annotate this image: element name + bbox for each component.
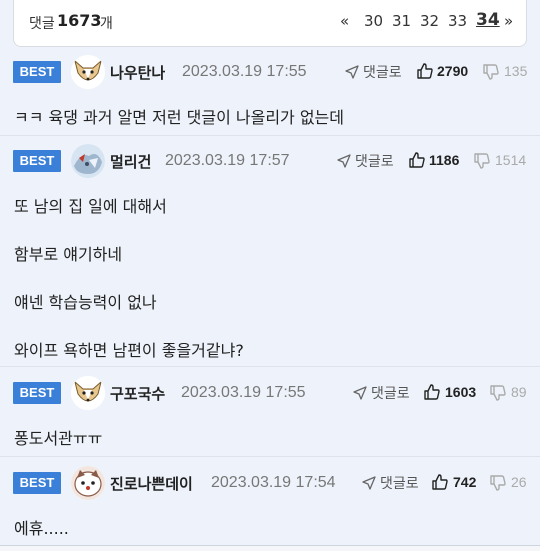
thumbs-down-icon[interactable] bbox=[483, 64, 499, 80]
downvote-count: 26 bbox=[511, 474, 527, 490]
send-icon[interactable] bbox=[362, 476, 376, 490]
comment-item: BEST 멀리건 2023.03.19 17:57 댓글로 1186 1514 … bbox=[0, 137, 540, 367]
comment-item: BEST 나우탄나 2023.03.19 17:55 댓글로 2790 135 … bbox=[0, 50, 540, 136]
comment-text: ㅋㅋ 육댕 과거 알면 저런 댓글이 나올리가 없는데 bbox=[14, 108, 345, 127]
comment-count-label: 댓글 bbox=[29, 16, 55, 32]
next-page-button[interactable]: » bbox=[504, 12, 513, 30]
comment-text: 에휴..... bbox=[14, 519, 69, 538]
nickname[interactable]: 나우탄나 bbox=[110, 62, 165, 83]
comment-text: 얘넨 학습능력이 없나 bbox=[14, 293, 157, 312]
send-icon[interactable] bbox=[353, 386, 367, 400]
comment-item: BEST 구포국수 2023.03.19 17:55 댓글로 1603 89 퐁… bbox=[0, 368, 540, 457]
send-icon[interactable] bbox=[345, 65, 359, 79]
send-icon[interactable] bbox=[337, 154, 351, 168]
reply-button[interactable]: 댓글로 bbox=[371, 383, 410, 403]
comment-text: 퐁도서관ㅠㅠ bbox=[14, 429, 103, 448]
comment-text: 함부로 얘기하네 bbox=[14, 245, 123, 264]
comment-item: BEST 진로나쁜데이 2023.03.19 17:54 댓글로 742 26 … bbox=[0, 458, 540, 544]
bottom-divider bbox=[0, 545, 540, 551]
best-badge: BEST bbox=[13, 150, 61, 172]
best-badge: BEST bbox=[13, 472, 61, 494]
best-badge: BEST bbox=[13, 382, 61, 404]
comment-date: 2023.03.19 17:54 bbox=[211, 474, 336, 491]
avatar[interactable] bbox=[71, 144, 105, 178]
thumbs-up-icon[interactable] bbox=[409, 152, 425, 168]
page-link[interactable]: 30 bbox=[364, 12, 383, 30]
thumbs-down-icon[interactable] bbox=[490, 475, 506, 491]
avatar[interactable] bbox=[71, 466, 105, 500]
comment-count: 1673 bbox=[57, 11, 102, 30]
page-link[interactable]: 31 bbox=[392, 12, 411, 30]
avatar[interactable] bbox=[71, 55, 105, 89]
reply-button[interactable]: 댓글로 bbox=[380, 473, 419, 493]
comment-text: 와이프 욕하면 남편이 좋을거같냐? bbox=[14, 341, 244, 360]
page-link[interactable]: 32 bbox=[420, 12, 439, 30]
comment-header-bar: 댓글 1673 개 « 30 31 32 33 34 » bbox=[13, 0, 527, 47]
comment-date: 2023.03.19 17:57 bbox=[165, 152, 290, 169]
pagination: « 30 31 32 33 34 » bbox=[340, 10, 513, 32]
best-badge: BEST bbox=[13, 61, 61, 83]
upvote-count: 2790 bbox=[437, 63, 469, 79]
thumbs-down-icon[interactable] bbox=[474, 153, 490, 169]
nickname[interactable]: 구포국수 bbox=[110, 383, 165, 404]
reply-button[interactable]: 댓글로 bbox=[355, 151, 394, 171]
comment-date: 2023.03.19 17:55 bbox=[182, 63, 307, 80]
avatar[interactable] bbox=[71, 376, 105, 410]
upvote-count: 742 bbox=[453, 474, 477, 490]
upvote-count: 1186 bbox=[429, 152, 460, 168]
comment-count-unit: 개 bbox=[100, 16, 113, 32]
thumbs-up-icon[interactable] bbox=[417, 63, 433, 79]
nickname[interactable]: 진로나쁜데이 bbox=[110, 473, 193, 494]
thumbs-down-icon[interactable] bbox=[490, 385, 506, 401]
thumbs-up-icon[interactable] bbox=[432, 474, 448, 490]
upvote-count: 1603 bbox=[445, 384, 477, 400]
downvote-count: 135 bbox=[504, 63, 528, 79]
current-page[interactable]: 34 bbox=[476, 10, 500, 30]
page-link[interactable]: 33 bbox=[448, 12, 467, 30]
thumbs-up-icon[interactable] bbox=[424, 384, 440, 400]
reply-button[interactable]: 댓글로 bbox=[363, 62, 402, 82]
downvote-count: 1514 bbox=[495, 152, 527, 168]
prev-page-button[interactable]: « bbox=[340, 12, 349, 30]
comment-date: 2023.03.19 17:55 bbox=[181, 384, 306, 401]
comment-text: 또 남의 집 일에 대해서 bbox=[14, 197, 167, 216]
downvote-count: 89 bbox=[511, 384, 527, 400]
nickname[interactable]: 멀리건 bbox=[110, 151, 151, 172]
